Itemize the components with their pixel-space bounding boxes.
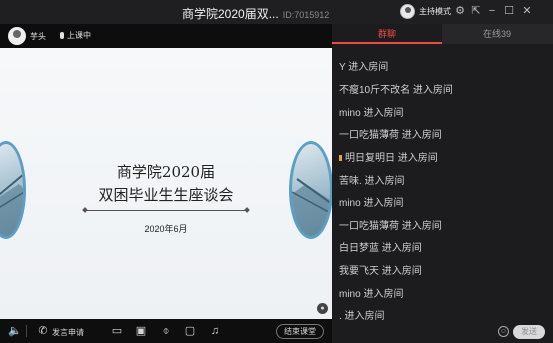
- phone-icon[interactable]: ✆: [37, 325, 49, 337]
- room-id: ID:7015912: [282, 10, 330, 20]
- list-item-text: 明日复明日 进入房间: [345, 153, 438, 164]
- settings-icon[interactable]: ⚙: [454, 5, 466, 17]
- class-status-label: 上课中: [67, 31, 91, 40]
- popout-icon[interactable]: ⇱: [470, 5, 482, 17]
- slide-title: 商学院2020届: [116, 163, 216, 181]
- list-item: . 进入房间: [339, 311, 385, 321]
- list-item: mino 进入房间: [339, 198, 404, 209]
- toolbar-divider: [26, 325, 27, 337]
- camera-icon[interactable]: ▭: [111, 325, 123, 337]
- list-item: mino 进入房间: [339, 108, 404, 119]
- apply-speak-button[interactable]: 发言申请: [52, 327, 84, 338]
- emoji-icon[interactable]: ☺: [498, 326, 509, 337]
- stage: 芋头 上课中 商学院2020届 双困毕业生生座谈会 2020年6月 ●: [0, 24, 332, 319]
- chat-panel: 群聊 在线39 Y 进入房间 不瘦10斤不改名 进入房间 mino 进入房间 一…: [332, 24, 553, 343]
- chat-icon[interactable]: ▢: [184, 325, 196, 337]
- level-badge: [339, 155, 342, 161]
- list-item: Y 进入房间: [339, 62, 389, 73]
- tab-online[interactable]: 在线39: [442, 24, 552, 44]
- slide: 商学院2020届 双困毕业生生座谈会 2020年6月: [0, 48, 332, 319]
- list-item: 白日梦蓝 进入房间: [339, 243, 422, 254]
- screen-share-icon[interactable]: ▣: [135, 325, 147, 337]
- send-button[interactable]: 发送: [513, 325, 545, 339]
- chat-input-bar[interactable]: ☺ 发送: [332, 321, 553, 343]
- list-item: 不瘦10斤不改名 进入房间: [339, 85, 453, 96]
- bottom-toolbar: 🔈 ✆ 发言申请 ▭ ▣ ⌽ ▢ ♫ 结束课堂: [0, 319, 332, 343]
- list-item: 一口吃猫薄荷 进入房间: [339, 130, 442, 141]
- slide-subtitle: 双困毕业生生座谈会: [98, 186, 234, 204]
- close-icon[interactable]: ✕: [521, 5, 533, 17]
- list-item: 我要飞天 进入房间: [339, 266, 422, 277]
- message-list[interactable]: Y 进入房间 不瘦10斤不改名 进入房间 mino 进入房间 一口吃猫薄荷 进入…: [332, 44, 553, 321]
- list-item: 苦味. 进入房间: [339, 176, 405, 187]
- minimize-icon[interactable]: −: [486, 5, 498, 17]
- title-bar: 商学院2020届双... ID:7015912 主持模式 ⚙ ⇱ − ☐ ✕: [0, 0, 553, 24]
- mic-icon[interactable]: ⌽: [160, 325, 172, 337]
- list-item: mino 进入房间: [339, 289, 404, 300]
- tab-group-chat[interactable]: 群聊: [332, 24, 442, 44]
- list-item: 一口吃猫薄荷 进入房间: [339, 221, 442, 232]
- slide-divider: [85, 210, 247, 211]
- class-status: 上课中: [60, 30, 91, 41]
- teacher-bar: 芋头 上课中: [0, 24, 332, 48]
- host-avatar[interactable]: [400, 4, 415, 19]
- list-item: 明日复明日 进入房间: [339, 149, 438, 164]
- slide-date: 2020年6月: [144, 224, 188, 234]
- teacher-name: 芋头: [30, 32, 46, 41]
- teacher-avatar[interactable]: [8, 27, 26, 45]
- speaker-icon[interactable]: 🔈: [8, 325, 22, 337]
- chat-tabs: 群聊 在线39: [332, 24, 553, 44]
- end-class-button[interactable]: 结束课堂: [276, 324, 324, 339]
- mic-icon: [60, 32, 64, 39]
- host-mode-label[interactable]: 主持模式: [419, 6, 451, 17]
- music-icon[interactable]: ♫: [209, 325, 221, 337]
- room-title: 商学院2020届双...: [182, 7, 279, 21]
- stage-mic-icon[interactable]: ●: [317, 303, 328, 314]
- window-title: 商学院2020届双... ID:7015912: [182, 5, 329, 22]
- maximize-icon[interactable]: ☐: [503, 5, 515, 17]
